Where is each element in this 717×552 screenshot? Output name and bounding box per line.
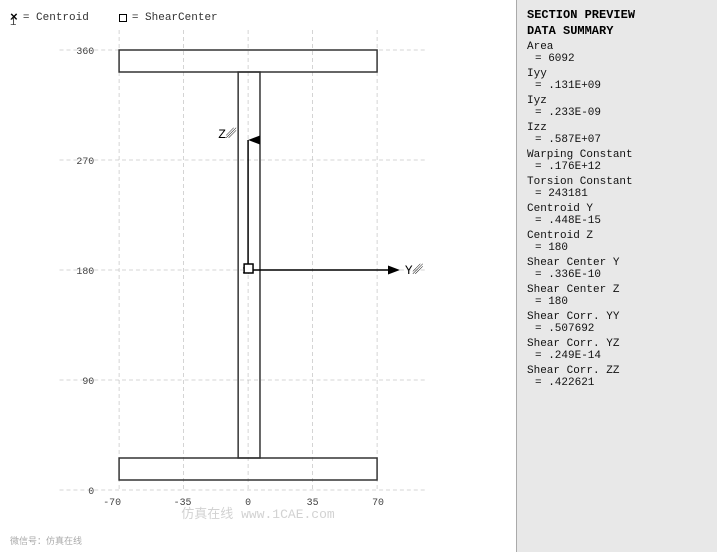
data-value-4: = .176E+12: [527, 161, 707, 173]
section-svg: Y␥ Z␥ × -70 -35 0 35 70 0 90 180 270 360…: [0, 0, 516, 552]
data-value-3: = .587E+07: [527, 134, 707, 146]
data-value-11: = .249E-14: [527, 350, 707, 362]
data-value-5: = 243181: [527, 188, 707, 200]
data-value-10: = .507692: [527, 323, 707, 335]
svg-text:360: 360: [76, 46, 94, 57]
svg-text:-35: -35: [174, 497, 192, 508]
data-value-2: = .233E-09: [527, 107, 707, 119]
data-panel: SECTION PREVIEW DATA SUMMARY Area= 6092 I…: [517, 0, 717, 552]
data-label-10: Shear Corr. YY: [527, 311, 707, 323]
svg-text:35: 35: [307, 497, 319, 508]
data-label-5: Torsion Constant: [527, 176, 707, 188]
data-label-0: Area: [527, 41, 707, 53]
data-label-3: Izz: [527, 122, 707, 134]
data-label-12: Shear Corr. ZZ: [527, 365, 707, 377]
svg-text:70: 70: [372, 497, 384, 508]
svg-text:Z␥: Z␥: [218, 127, 237, 142]
data-value-12: = .422621: [527, 377, 707, 389]
panel-title-1: SECTION PREVIEW: [527, 8, 707, 22]
data-value-1: = .131E+09: [527, 80, 707, 92]
data-label-8: Shear Center Y: [527, 257, 707, 269]
data-label-9: Shear Center Z: [527, 284, 707, 296]
data-rows-container: Area= 6092Iyy= .131E+09Iyz= .233E-09Izz=…: [527, 41, 707, 389]
footer-text: 微信号：仿真在线: [10, 534, 82, 547]
canvas-area: × = Centroid = ShearCenter: [0, 0, 517, 552]
svg-text:1: 1: [10, 17, 17, 29]
main-container: × = Centroid = ShearCenter: [0, 0, 717, 552]
data-label-7: Centroid Z: [527, 230, 707, 242]
svg-text:0: 0: [245, 497, 251, 508]
svg-text:0: 0: [88, 486, 94, 497]
data-value-0: = 6092: [527, 53, 707, 65]
panel-title-2: DATA SUMMARY: [527, 24, 707, 38]
data-label-4: Warping Constant: [527, 149, 707, 161]
svg-text:90: 90: [82, 376, 94, 387]
data-value-7: = 180: [527, 242, 707, 254]
svg-text:270: 270: [76, 156, 94, 167]
svg-text:-70: -70: [103, 497, 121, 508]
data-label-11: Shear Corr. YZ: [527, 338, 707, 350]
data-label-6: Centroid Y: [527, 203, 707, 215]
data-value-8: = .336E-10: [527, 269, 707, 281]
svg-text:180: 180: [76, 266, 94, 277]
data-label-2: Iyz: [527, 95, 707, 107]
svg-text:Y␥: Y␥: [405, 263, 424, 278]
data-value-6: = .448E-15: [527, 215, 707, 227]
data-label-1: Iyy: [527, 68, 707, 80]
data-value-9: = 180: [527, 296, 707, 308]
